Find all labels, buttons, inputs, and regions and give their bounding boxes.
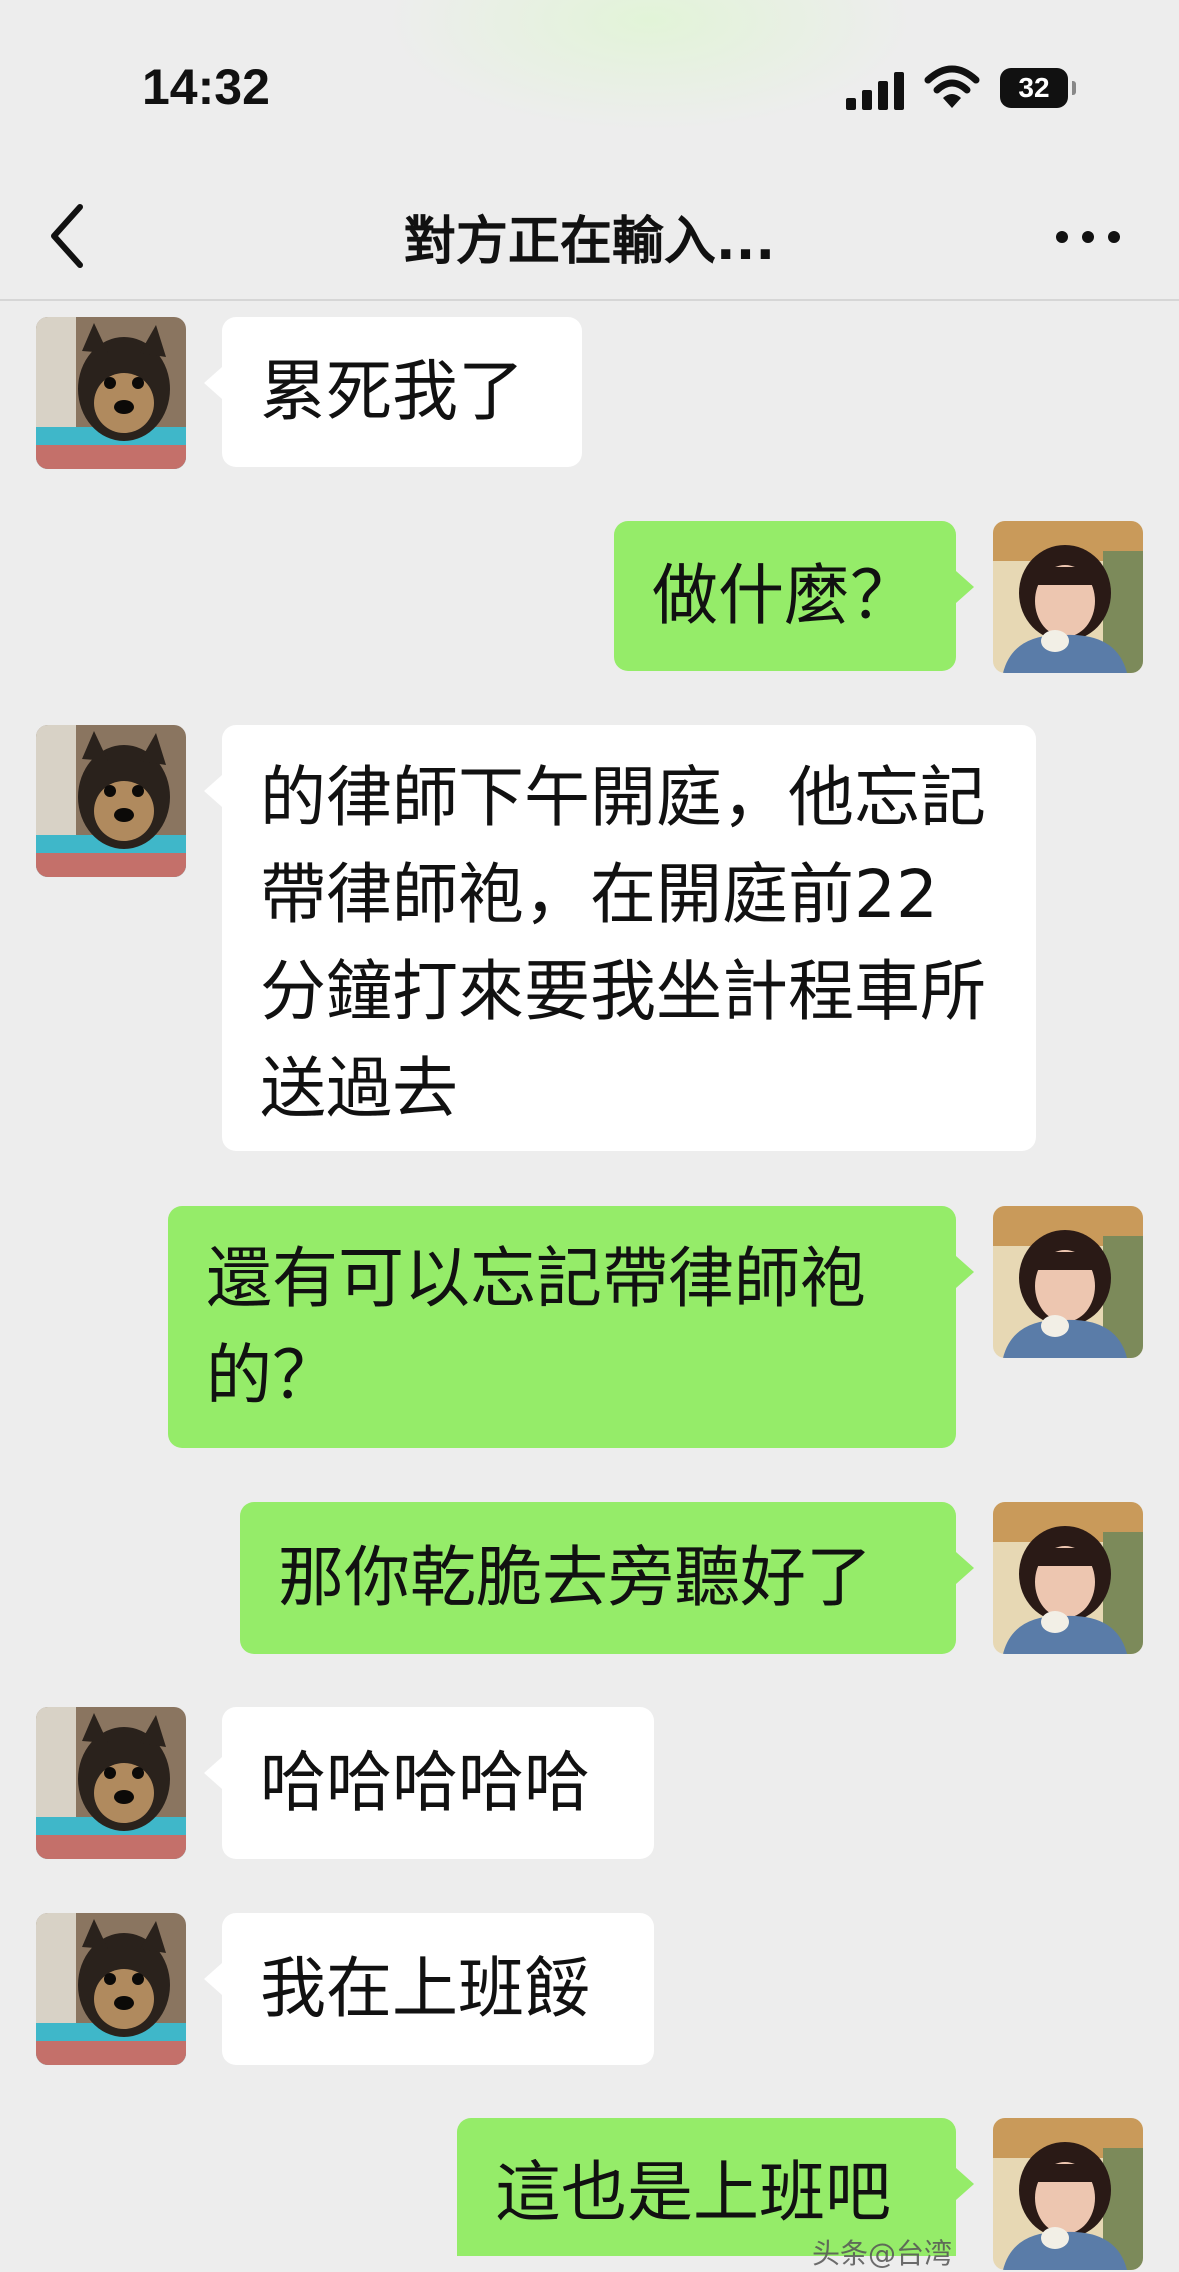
chat-header: 對方正在輸入... — [0, 175, 1179, 301]
contact-avatar[interactable] — [36, 725, 186, 877]
message-text: 的律師下午開庭，他忘記帶律師袍，在開庭前22 分鐘打來要我坐計程車所送過去 — [260, 759, 986, 1127]
cellular-signal-icon — [846, 70, 906, 110]
chat-title: 對方正在輸入... — [403, 212, 776, 272]
contact-avatar[interactable] — [36, 1707, 186, 1859]
user-avatar[interactable] — [993, 2118, 1143, 2270]
message-text: 那你乾脆去旁聽好了 — [278, 1539, 872, 1616]
received-message-bubble[interactable]: 哈哈哈哈哈 — [204, 1707, 654, 1859]
watermark: 头条@台湾 — [812, 2237, 953, 2270]
user-avatar[interactable] — [993, 1206, 1143, 1358]
sent-message-bubble[interactable]: 還有可以忘記帶律師袍的？ — [168, 1206, 974, 1448]
more-dots-icon[interactable] — [1048, 211, 1128, 261]
user-avatar[interactable] — [993, 521, 1143, 673]
status-time: 14:32 — [142, 59, 270, 115]
battery-icon: 32 — [1000, 68, 1076, 108]
sent-message-bubble[interactable]: 那你乾脆去旁聽好了 — [240, 1502, 974, 1654]
status-bar: 14:32 32 — [0, 0, 1179, 175]
contact-avatar[interactable] — [36, 1913, 186, 2065]
message-text: 還有可以忘記帶律師袍的？ — [206, 1240, 866, 1414]
received-message-bubble[interactable]: 我在上班餒 — [204, 1913, 654, 2065]
contact-avatar[interactable] — [36, 317, 186, 469]
sent-message-bubble[interactable]: 做什麼？ — [614, 521, 974, 671]
message-text: 這也是上班吧 — [495, 2154, 891, 2231]
message-text: 累死我了 — [260, 353, 524, 430]
message-text: 做什麼？ — [652, 557, 916, 634]
message-text: 哈哈哈哈哈 — [260, 1744, 590, 1821]
wifi-icon — [924, 65, 980, 108]
message-text: 我在上班餒 — [260, 1950, 590, 2027]
received-message-bubble[interactable]: 的律師下午開庭，他忘記帶律師袍，在開庭前22 分鐘打來要我坐計程車所送過去 — [204, 725, 1036, 1151]
received-message-bubble[interactable]: 累死我了 — [204, 317, 582, 467]
user-avatar[interactable] — [993, 1502, 1143, 1654]
